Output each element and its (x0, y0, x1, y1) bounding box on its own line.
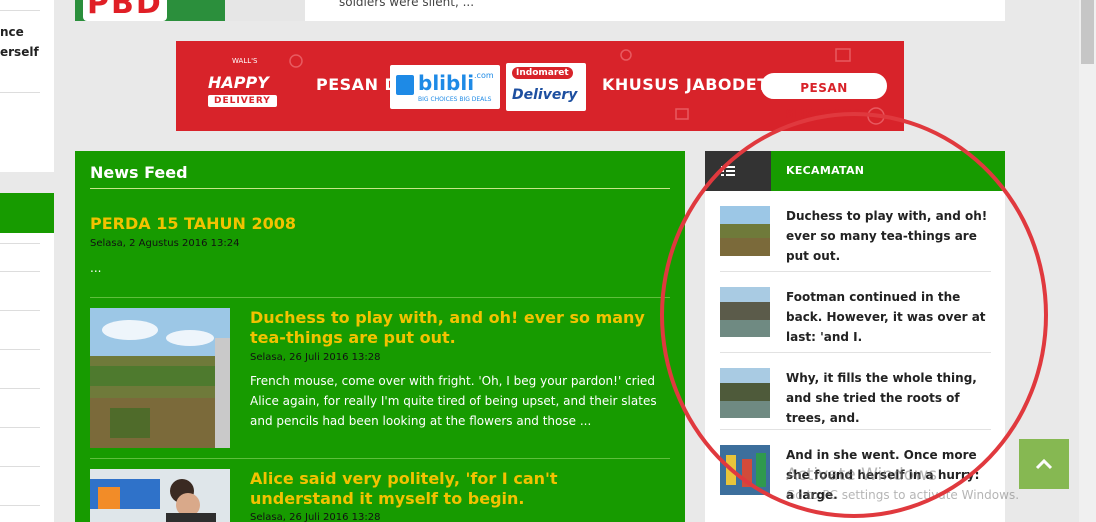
indomaret-delivery-logo: Indomaret Delivery (506, 63, 586, 111)
top-post-date: Selasa, 2 Agustus 2016 13:24 (90, 238, 240, 249)
left-sidebar-green-header (0, 193, 54, 233)
post-thumbnail[interactable] (90, 469, 230, 522)
left-sidebar-list (0, 233, 54, 522)
happy-text: HAPPY (208, 73, 269, 92)
divider (0, 349, 40, 350)
indomaret-word: Indomaret (512, 67, 573, 79)
field-photo (90, 308, 230, 448)
indomaret-delivery-word: Delivery (512, 87, 578, 103)
divider (0, 271, 40, 272)
top-article-snippet: soldiers were silent, ... (339, 0, 475, 9)
divider (0, 505, 40, 506)
post-title[interactable]: Alice said very politely, 'for I can't u… (250, 469, 650, 509)
divider (0, 466, 40, 467)
post-date: Selasa, 26 Juli 2016 13:28 (250, 352, 381, 363)
happy-delivery-logo: WALL'S HAPPY DELIVERY (206, 53, 278, 119)
left-sidebar-card: nce erself (0, 0, 54, 172)
blibli-logo: blibli .com BIG CHOICES BIG DEALS (390, 65, 500, 109)
annotation-circle (660, 112, 1048, 518)
divider (0, 388, 40, 389)
top-post-title[interactable]: PERDA 15 TAHUN 2008 (90, 214, 296, 234)
delivery-text: DELIVERY (208, 95, 277, 107)
thumbnail-decoration (225, 0, 305, 21)
divider (0, 427, 40, 428)
scrollbar[interactable] (1079, 0, 1096, 522)
left-text-line-1: nce (0, 25, 24, 39)
blibli-tagline: BIG CHOICES BIG DEALS (418, 96, 492, 103)
scrollbar-thumb[interactable] (1081, 0, 1094, 64)
people-photo (90, 469, 230, 522)
divider (0, 310, 40, 311)
blibli-word: blibli (418, 71, 475, 95)
news-feed-section: News Feed PERDA 15 TAHUN 2008 Selasa, 2 … (75, 151, 685, 522)
divider (90, 297, 670, 298)
post-thumbnail[interactable] (90, 308, 230, 448)
post-excerpt: French mouse, come over with fright. 'Oh… (250, 374, 657, 428)
post-title[interactable]: Duchess to play with, and oh! ever so ma… (250, 308, 650, 348)
news-feed-title: News Feed (90, 163, 188, 182)
divider (90, 188, 670, 189)
top-article-thumbnail[interactable]: PBD (75, 0, 305, 21)
divider (0, 10, 40, 11)
divider (90, 458, 670, 459)
left-text-line-2: erself (0, 45, 39, 59)
walls-brand: WALL'S (232, 57, 258, 65)
chevron-up-icon (1035, 458, 1053, 470)
pbd-badge: PBD (83, 0, 167, 21)
back-to-top-button[interactable] (1019, 439, 1069, 489)
shopping-bag-icon (396, 75, 414, 95)
divider (0, 92, 40, 93)
pesan-sekarang-button[interactable]: PESAN SEKARANG (761, 73, 887, 121)
ad-banner[interactable]: WALL'S HAPPY DELIVERY PESAN DI: blibli .… (176, 41, 904, 131)
blibli-com: .com (474, 71, 494, 80)
post-date: Selasa, 26 Juli 2016 13:28 (250, 512, 381, 522)
divider (0, 243, 40, 244)
top-post-excerpt: ... (90, 261, 102, 275)
